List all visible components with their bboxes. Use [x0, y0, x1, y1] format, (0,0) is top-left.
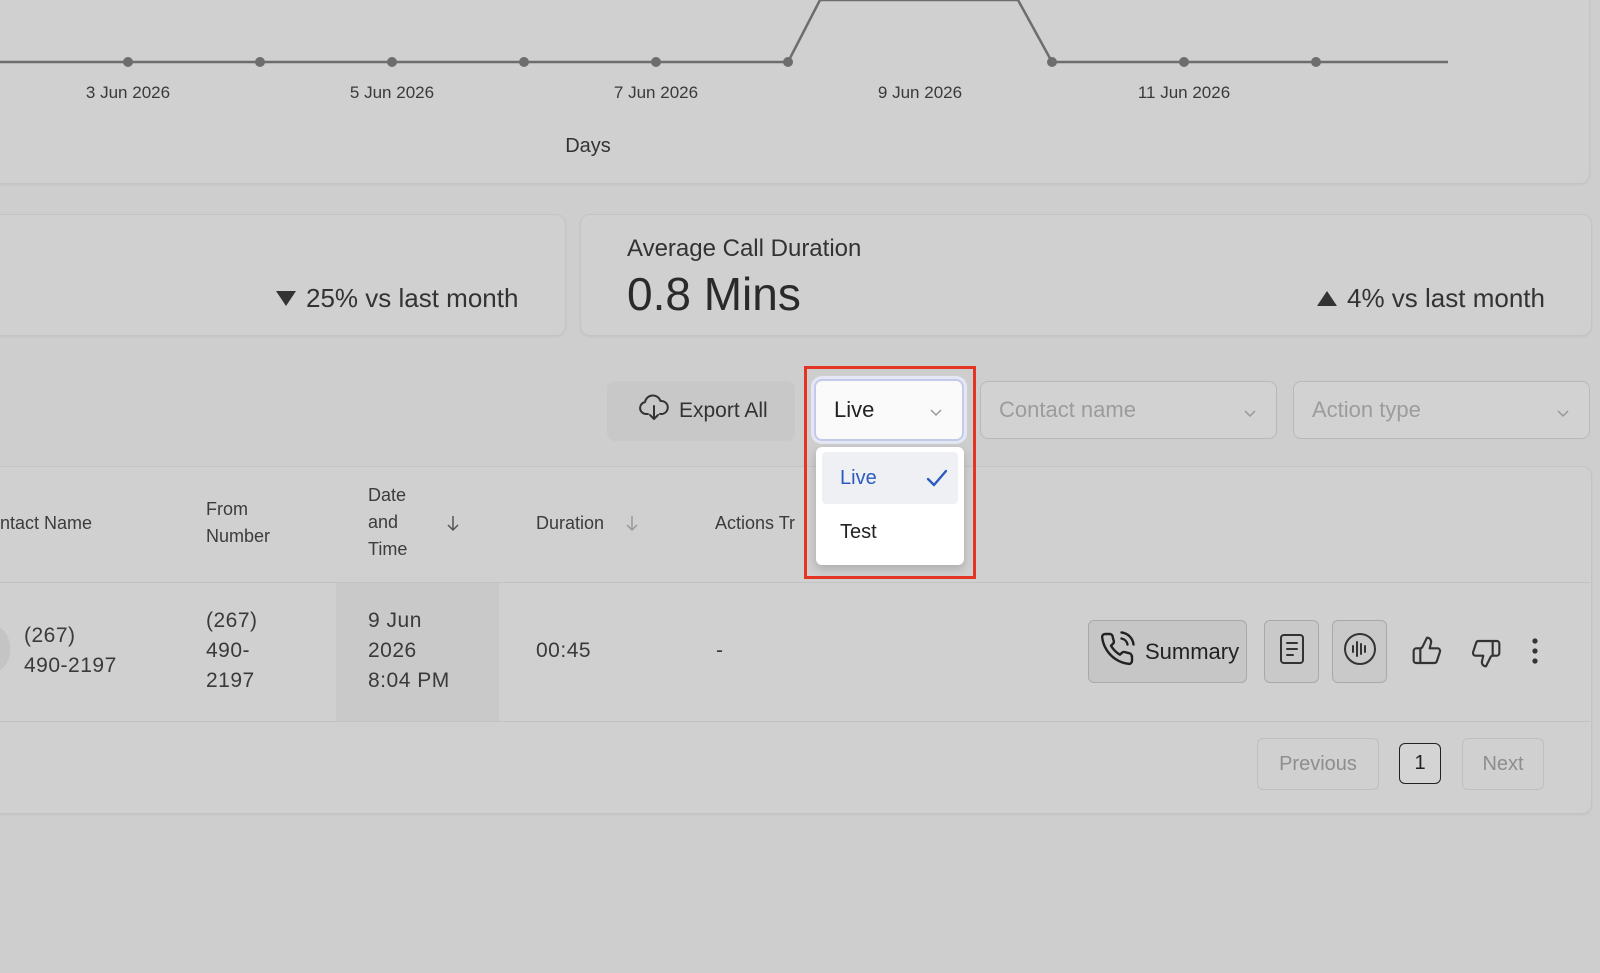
cell-line: 490-: [206, 639, 251, 662]
cell-from-number: (267) 490- 2197: [206, 606, 258, 696]
stat-value: 0.8 Mins: [627, 268, 801, 320]
cell-duration: 00:45: [536, 639, 592, 662]
stat-card-average-call-duration: Average Call Duration 0.8 Mins 4% vs las…: [580, 214, 1592, 336]
chart-point: [1311, 57, 1321, 67]
next-page-button[interactable]: Next: [1462, 738, 1544, 790]
chart-series-line: [0, 0, 1448, 64]
stat-delta: 25% vs last month: [276, 283, 518, 314]
header-line: and: [368, 512, 399, 532]
cell-line: 8:04 PM: [368, 669, 450, 692]
stat-delta: 4% vs last month: [1317, 283, 1545, 314]
row-divider: [0, 582, 1590, 583]
transcript-button[interactable]: [1264, 620, 1319, 683]
column-header-from-number[interactable]: From Number: [206, 496, 270, 550]
arrow-up-icon: [1317, 291, 1337, 306]
environment-select-value: Live: [834, 397, 875, 422]
stat-delta-text: 25% vs last month: [306, 283, 519, 313]
chart-point: [651, 57, 661, 67]
header-line: From: [206, 499, 248, 519]
cell-line: (267): [24, 624, 76, 647]
cell-date-time: 9 Jun 2026 8:04 PM: [368, 606, 450, 696]
more-vertical-icon[interactable]: [1528, 636, 1542, 671]
x-tick-label: 9 Jun 2026: [877, 83, 963, 102]
action-type-select[interactable]: Action type: [1293, 381, 1590, 439]
sort-arrow-down-icon[interactable]: [446, 514, 460, 537]
cell-line: 2197: [206, 669, 255, 692]
arrow-down-icon: [276, 291, 296, 306]
chart-point: [1179, 57, 1189, 67]
export-all-label: Export All: [679, 399, 768, 422]
option-label: Live: [840, 466, 877, 489]
x-tick-label: 11 Jun 2026: [1137, 83, 1231, 102]
cloud-download-icon: [639, 394, 669, 428]
row-divider: [0, 721, 1590, 722]
chart-point: [123, 57, 133, 67]
cell-line: 2026: [368, 639, 417, 662]
current-page-button[interactable]: 1: [1399, 743, 1441, 784]
action-type-placeholder: Action type: [1312, 397, 1421, 422]
cell-contact-name: (267) 490-2197: [24, 621, 117, 681]
phone-call-icon: [1099, 630, 1135, 673]
x-tick-label: 3 Jun 2026: [85, 83, 171, 102]
column-header-contact-name[interactable]: ntact Name: [0, 510, 92, 537]
chart-point: [519, 57, 529, 67]
column-header-actions[interactable]: Actions Tr: [715, 510, 815, 537]
stat-title: Average Call Duration: [627, 235, 862, 262]
thumbs-down-icon[interactable]: [1470, 637, 1502, 674]
stat-delta-text: 4% vs last month: [1347, 283, 1545, 313]
chevron-down-icon: [928, 400, 944, 426]
header-line: Date: [368, 485, 407, 505]
document-icon: [1277, 632, 1307, 671]
cell-actions: -: [716, 639, 724, 662]
export-all-button[interactable]: Export All: [607, 381, 795, 441]
column-header-duration[interactable]: Duration: [536, 510, 604, 537]
dropdown-option-test[interactable]: Test: [822, 506, 958, 558]
cell-line: 9 Jun: [368, 609, 422, 632]
dropdown-option-live[interactable]: Live: [822, 452, 958, 504]
chart-point: [387, 57, 397, 67]
chart-point: [255, 57, 265, 67]
recording-button[interactable]: [1332, 620, 1387, 683]
contact-name-select[interactable]: Contact name: [980, 381, 1277, 439]
audio-waveform-icon: [1342, 631, 1378, 672]
chart-point: [1047, 57, 1057, 67]
column-header-date-and-time[interactable]: Date and Time: [368, 482, 407, 563]
stat-card-left: 25% vs last month: [0, 214, 566, 336]
contact-name-placeholder: Contact name: [999, 397, 1136, 422]
cell-line: 490-2197: [24, 654, 117, 677]
x-axis-label: Days: [565, 135, 611, 157]
previous-page-button[interactable]: Previous: [1257, 738, 1379, 790]
calls-line-chart: [0, 0, 1448, 67]
environment-select[interactable]: Live: [814, 379, 964, 441]
header-line: Number: [206, 526, 271, 546]
chevron-down-icon: [1555, 401, 1571, 427]
x-tick-label: 7 Jun 2026: [613, 83, 699, 102]
summary-label: Summary: [1145, 638, 1240, 664]
checkmark-icon: [926, 468, 948, 494]
chart-point: [783, 57, 793, 67]
thumbs-up-icon[interactable]: [1411, 635, 1443, 672]
summary-button[interactable]: Summary: [1088, 620, 1247, 683]
cell-line: (267): [206, 609, 258, 632]
x-tick-label: 5 Jun 2026: [349, 83, 435, 102]
option-label: Test: [840, 520, 877, 543]
sort-arrow-down-icon[interactable]: [625, 514, 639, 537]
header-line: Time: [368, 539, 408, 559]
chevron-down-icon: [1242, 401, 1258, 427]
environment-dropdown-menu: Live Test: [816, 447, 964, 565]
